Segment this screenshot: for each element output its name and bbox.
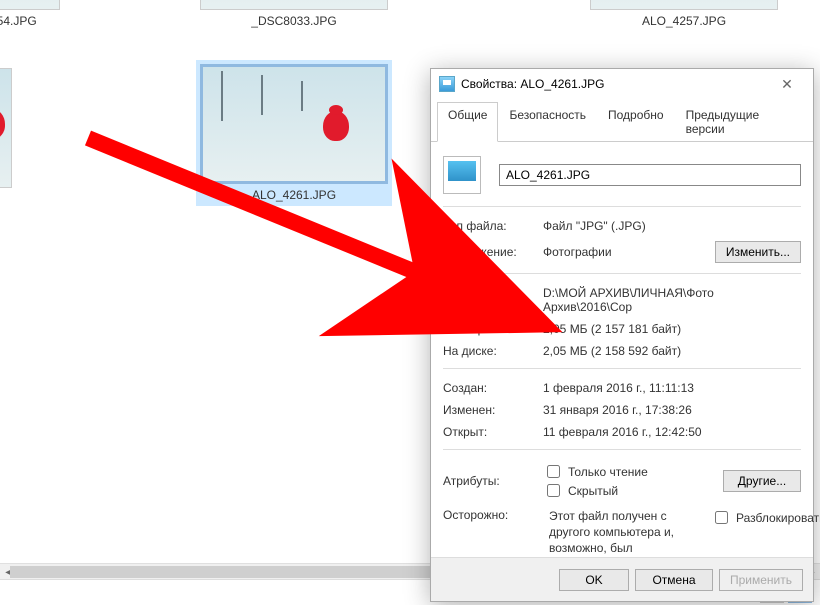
tab-bar: Общие Безопасность Подробно Предыдущие в… [431, 101, 813, 142]
image-file-icon [439, 76, 455, 92]
cancel-button[interactable]: Отмена [635, 569, 713, 591]
tab-security[interactable]: Безопасность [498, 102, 597, 142]
label-app: Приложение: [443, 245, 543, 259]
value-location: D:\МОЙ АРХИВ\ЛИЧНАЯ\Фото Архив\2016\Cор [543, 286, 801, 314]
other-attributes-button[interactable]: Другие... [723, 470, 801, 492]
dialog-title: Свойства: ALO_4261.JPG [461, 77, 604, 91]
thumbnail-caption: ALO_4257.JPG [590, 14, 778, 28]
ok-button[interactable]: OK [559, 569, 629, 591]
label-modified: Изменен: [443, 403, 543, 417]
label-attributes: Атрибуты: [443, 474, 543, 488]
value-filetype: Файл "JPG" (.JPG) [543, 219, 801, 233]
change-app-button[interactable]: Изменить... [715, 241, 801, 263]
dialog-titlebar[interactable]: Свойства: ALO_4261.JPG ✕ [431, 69, 813, 99]
value-accessed: 11 февраля 2016 г., 12:42:50 [543, 425, 801, 439]
unblock-checkbox[interactable]: Разблокировать [711, 508, 820, 527]
dialog-button-row: OK Отмена Применить [431, 557, 813, 601]
readonly-checkbox[interactable]: Только чтение [543, 462, 648, 481]
thumbnail-caption: _DSC8033.JPG [200, 14, 388, 28]
tab-previous-versions[interactable]: Предыдущие версии [675, 102, 807, 142]
properties-dialog: Свойства: ALO_4261.JPG ✕ Общие Безопасно… [430, 68, 814, 602]
value-modified: 31 января 2016 г., 17:38:26 [543, 403, 801, 417]
tab-details[interactable]: Подробно [597, 102, 675, 142]
tab-general[interactable]: Общие [437, 102, 498, 142]
value-size-on-disk: 2,05 МБ (2 158 592 байт) [543, 344, 801, 358]
thumbnail-caption: 4260.JPG [0, 192, 12, 206]
label-created: Создан: [443, 381, 543, 395]
thumbnail[interactable]: ALO_4257.JPG [590, 0, 778, 28]
label-accessed: Открыт: [443, 425, 543, 439]
label-size: Размер: [443, 322, 543, 336]
thumbnail[interactable]: 7554.JPG [0, 0, 60, 28]
value-app: Фотографии [543, 245, 715, 259]
label-location: Расположение: [443, 293, 543, 307]
thumbnail[interactable]: _DSC8033.JPG [200, 0, 388, 28]
thumbnail-selected[interactable]: ALO_4261.JPG [196, 60, 392, 206]
file-type-icon [443, 156, 481, 194]
hidden-checkbox[interactable]: Скрытый [543, 481, 618, 500]
value-size: 2,05 МБ (2 157 181 байт) [543, 322, 801, 336]
label-size-on-disk: На диске: [443, 344, 543, 358]
close-icon: ✕ [781, 76, 793, 93]
apply-button[interactable]: Применить [719, 569, 803, 591]
thumbnail[interactable]: 4260.JPG [0, 68, 12, 206]
close-button[interactable]: ✕ [767, 71, 807, 97]
thumbnail-caption: 7554.JPG [0, 14, 60, 28]
thumbnail-caption: ALO_4261.JPG [200, 188, 388, 202]
general-pane: Тип файла: Файл "JPG" (.JPG) Приложение:… [431, 142, 813, 603]
filename-input[interactable] [499, 164, 801, 186]
value-created: 1 февраля 2016 г., 11:11:13 [543, 381, 801, 395]
label-filetype: Тип файла: [443, 219, 543, 233]
